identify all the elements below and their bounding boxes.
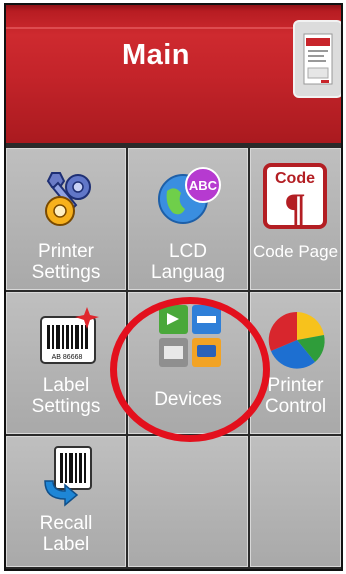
barcode-label-icon: AB 86668: [40, 307, 99, 364]
svg-text:ABC: ABC: [189, 178, 218, 193]
tile-label: Code Page: [252, 242, 339, 261]
tile-label: Printer Settings: [31, 241, 101, 283]
svg-text:¶: ¶: [284, 185, 306, 229]
tile-empty: [128, 436, 248, 567]
tile-label: Recall Label: [39, 513, 93, 555]
tile-printer-settings[interactable]: Printer Settings: [6, 148, 126, 290]
back-button[interactable]: [293, 20, 341, 98]
recall-barcode-icon: [44, 446, 92, 507]
tile-label: Devices: [154, 389, 222, 410]
pie-chart-icon: [268, 311, 325, 369]
svg-text:AB 86668: AB 86668: [52, 354, 83, 361]
tile-empty: [250, 436, 341, 567]
code-pilcrow-icon: Code ¶: [263, 163, 327, 229]
page-title: Main: [121, 39, 191, 71]
tile-label-settings[interactable]: AB 86668 Label Settings: [6, 292, 126, 434]
globe-abc-icon: ABC: [158, 167, 221, 224]
tile-label: Printer Control: [264, 375, 327, 417]
devices-icon: [159, 305, 221, 367]
document-icon: [303, 33, 333, 85]
screen-frame: Main Printer Settings ABC LCD Languag Co…: [4, 3, 343, 571]
tile-recall-label[interactable]: Recall Label: [6, 436, 126, 567]
tile-printer-control[interactable]: Printer Control: [250, 292, 341, 434]
tile-code-page[interactable]: Code ¶ Code Page: [250, 148, 341, 290]
header-bar: Main: [6, 5, 341, 143]
tile-lcd-language[interactable]: ABC LCD Languag: [128, 148, 248, 290]
tile-devices[interactable]: Devices: [128, 292, 248, 434]
tile-label: LCD Languag: [151, 241, 225, 283]
tile-label: Label Settings: [31, 375, 101, 417]
header-stripe: [6, 27, 306, 29]
printer-settings-gears-icon: [45, 172, 91, 226]
